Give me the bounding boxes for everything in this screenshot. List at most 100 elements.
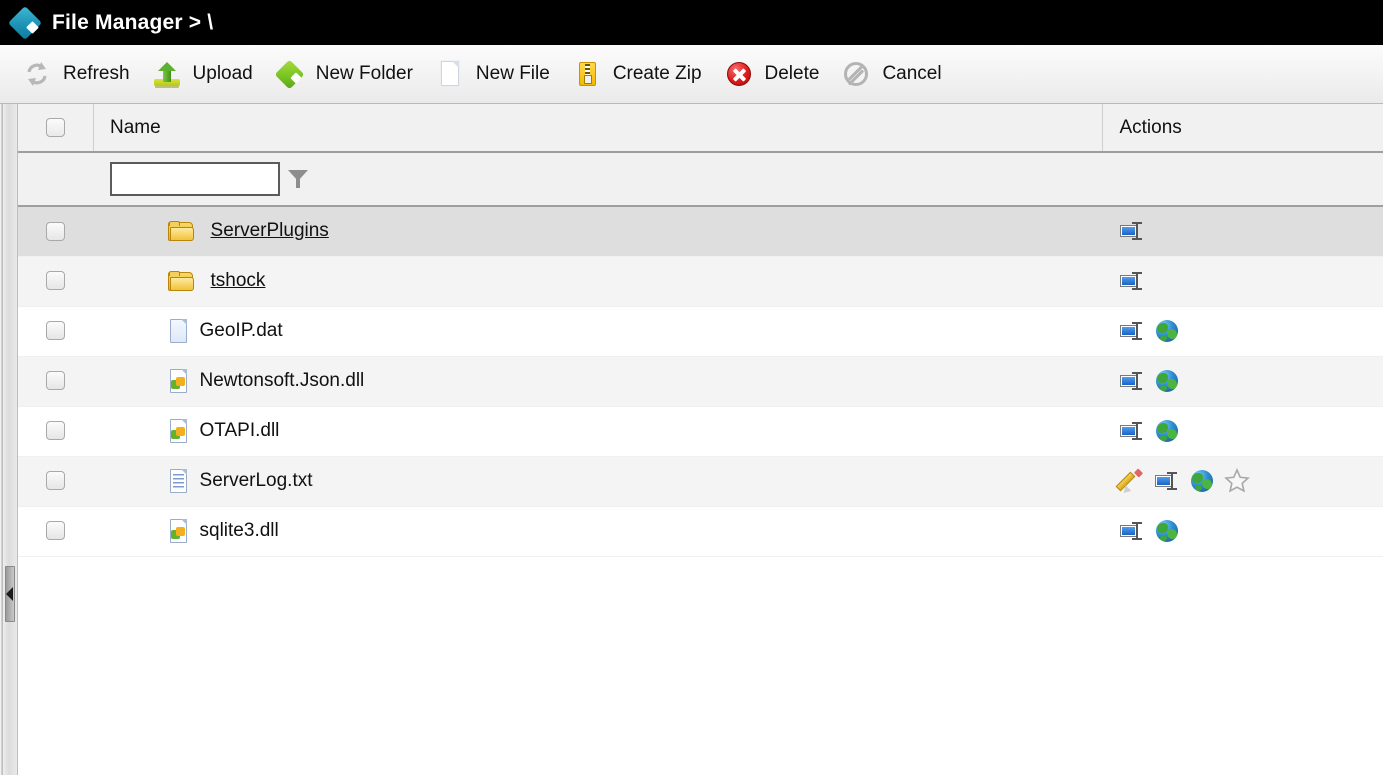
file-name-link[interactable]: tshock — [211, 270, 266, 292]
rename-icon[interactable] — [1119, 318, 1145, 344]
text-file-icon — [168, 468, 190, 494]
row-checkbox[interactable] — [46, 221, 66, 241]
download-icon[interactable] — [1189, 468, 1215, 494]
row-select-cell — [17, 506, 94, 557]
row-actions-cell — [1102, 406, 1383, 457]
table-row[interactable]: Newtonsoft.Json.dll — [17, 356, 1383, 407]
dll-file-icon — [168, 518, 190, 544]
row-actions-cell — [1102, 306, 1383, 357]
file-name-label: GeoIP.dat — [199, 320, 283, 341]
cancel-button[interactable]: Cancel — [833, 55, 955, 93]
row-checkbox[interactable] — [46, 321, 66, 341]
row-name-cell: ServerLog.txt — [93, 456, 1103, 507]
favorite-icon[interactable] — [1224, 468, 1250, 494]
filter-actions-cell — [1102, 152, 1383, 207]
row-name-cell: sqlite3.dll — [93, 506, 1103, 557]
rename-icon[interactable] — [1154, 468, 1180, 494]
row-actions-cell — [1102, 456, 1383, 507]
download-icon[interactable] — [1154, 368, 1180, 394]
delete-button[interactable]: Delete — [716, 55, 834, 93]
file-name-label: Newtonsoft.Json.dll — [199, 370, 365, 391]
delete-label: Delete — [764, 63, 820, 84]
refresh-button[interactable]: Refresh — [14, 55, 144, 93]
title-bar: File Manager > \ — [0, 0, 1383, 45]
filter-row — [17, 152, 1383, 207]
file-name-label: OTAPI.dll — [199, 420, 280, 441]
new-file-label: New File — [475, 63, 550, 84]
rename-icon[interactable] — [1119, 368, 1145, 394]
pane-splitter[interactable] — [1, 104, 18, 775]
rename-icon[interactable] — [1119, 268, 1145, 294]
row-checkbox[interactable] — [46, 421, 66, 441]
new-folder-icon — [274, 59, 305, 90]
folder-icon — [167, 270, 194, 292]
column-name[interactable]: Name — [93, 104, 1104, 153]
row-name-cell: Newtonsoft.Json.dll — [93, 356, 1103, 407]
table-body: ServerPlugins tshock GeoIP.dat Newtonsof… — [17, 206, 1383, 557]
table-header-row: Name Actions — [17, 104, 1383, 153]
new-file-icon — [435, 59, 465, 89]
dll-file-icon — [168, 418, 190, 444]
folder-icon — [167, 220, 194, 242]
table-row[interactable]: GeoIP.dat — [17, 306, 1383, 357]
row-select-cell — [17, 256, 94, 307]
column-actions: Actions — [1102, 104, 1383, 153]
download-icon[interactable] — [1154, 518, 1180, 544]
file-name-label: ServerLog.txt — [199, 470, 313, 491]
rename-icon[interactable] — [1119, 418, 1145, 444]
delete-icon — [724, 59, 754, 89]
row-select-cell — [17, 306, 94, 357]
page-title: File Manager > \ — [52, 10, 214, 34]
rename-icon[interactable] — [1119, 218, 1145, 244]
edit-icon[interactable] — [1115, 468, 1145, 496]
table-row[interactable]: tshock — [17, 256, 1383, 307]
row-checkbox[interactable] — [46, 371, 66, 391]
create-zip-button[interactable]: Create Zip — [564, 55, 716, 93]
upload-button[interactable]: Upload — [144, 55, 267, 93]
cancel-icon — [841, 59, 871, 89]
new-folder-button[interactable]: New Folder — [267, 55, 427, 93]
row-actions-cell — [1102, 356, 1383, 407]
row-checkbox[interactable] — [46, 471, 66, 491]
refresh-label: Refresh — [63, 63, 130, 84]
row-actions-cell — [1102, 506, 1383, 557]
download-icon[interactable] — [1154, 418, 1180, 444]
diamond-logo-icon — [8, 5, 42, 40]
row-select-cell — [17, 406, 94, 457]
filter-name-cell — [93, 152, 1103, 207]
table-row[interactable]: ServerPlugins — [17, 206, 1383, 257]
upload-label: Upload — [192, 63, 253, 84]
file-list: Name Actions ServerPlugins tshock GeoIP.… — [17, 104, 1383, 775]
cancel-label: Cancel — [882, 63, 942, 84]
row-name-cell: GeoIP.dat — [93, 306, 1103, 357]
file-table: Name Actions ServerPlugins tshock GeoIP.… — [17, 104, 1383, 557]
download-icon[interactable] — [1154, 318, 1180, 344]
table-row[interactable]: OTAPI.dll — [17, 406, 1383, 457]
table-row[interactable]: ServerLog.txt — [17, 456, 1383, 507]
row-select-cell — [17, 356, 94, 407]
new-file-button[interactable]: New File — [427, 55, 564, 93]
dll-file-icon — [168, 368, 190, 394]
row-checkbox[interactable] — [46, 521, 66, 541]
row-checkbox[interactable] — [46, 271, 66, 291]
row-name-cell: OTAPI.dll — [93, 406, 1103, 457]
create-zip-icon — [572, 59, 602, 89]
table-row[interactable]: sqlite3.dll — [17, 506, 1383, 557]
row-select-cell — [17, 206, 94, 257]
filter-spacer — [17, 152, 94, 207]
main-body: − 54.39.28.51:7780 + ServerPlugins + tsh… — [0, 104, 1383, 775]
row-name-cell: ServerPlugins — [93, 206, 1103, 257]
rename-icon[interactable] — [1119, 518, 1145, 544]
refresh-icon — [22, 59, 52, 89]
select-all-checkbox[interactable] — [45, 117, 65, 137]
collapse-left-arrow-icon[interactable] — [4, 566, 15, 622]
create-zip-label: Create Zip — [612, 63, 702, 84]
column-select-all — [17, 104, 95, 153]
upload-icon — [152, 59, 182, 89]
filter-funnel-icon[interactable] — [287, 168, 308, 190]
file-name-link[interactable]: ServerPlugins — [211, 220, 329, 242]
row-actions-cell — [1102, 256, 1383, 307]
file-name-label: sqlite3.dll — [199, 520, 279, 541]
name-filter-input[interactable] — [109, 162, 280, 196]
row-actions-cell — [1102, 206, 1383, 257]
